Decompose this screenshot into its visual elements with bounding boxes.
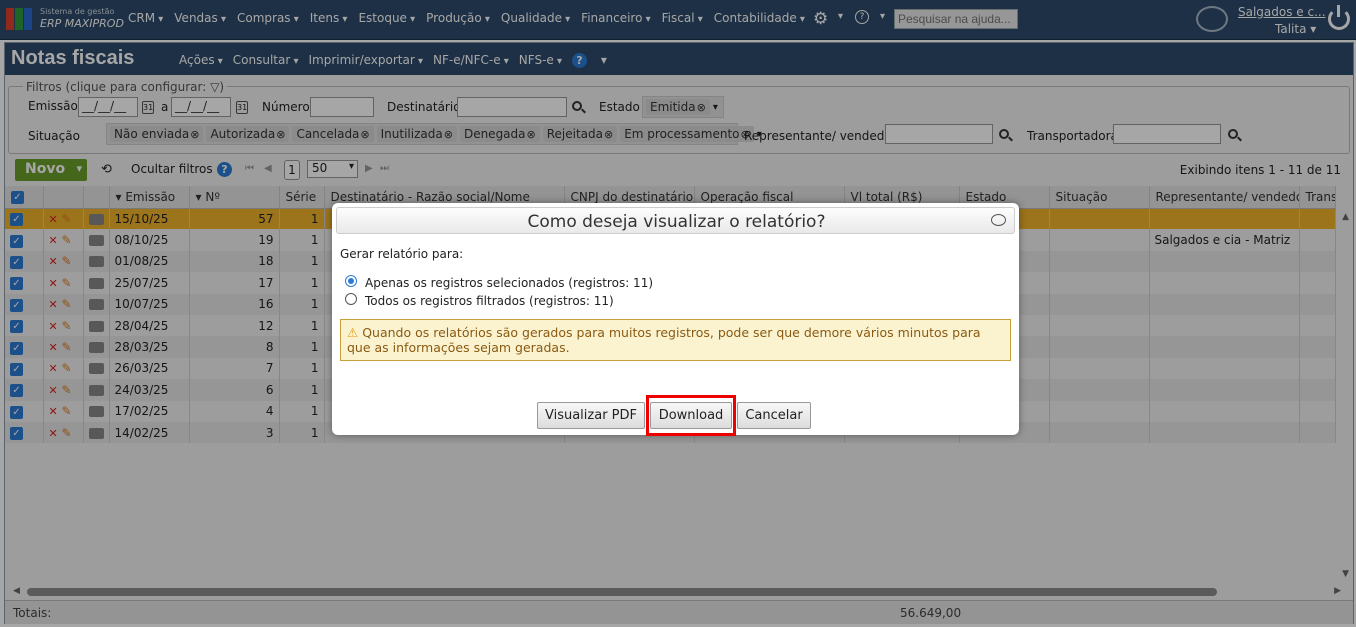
radio-filtered-label[interactable]: Todos os registros filtrados (registros:… [365, 294, 614, 308]
radio-filtered-records[interactable] [345, 293, 357, 305]
dialog-header: Como deseja visualizar o relatório? [336, 207, 1015, 234]
radio-selected-records[interactable] [345, 275, 357, 287]
view-pdf-button[interactable]: Visualizar PDF [537, 402, 645, 429]
dialog-prompt: Gerar relatório para: [340, 247, 464, 261]
dialog-title: Como deseja visualizar o relatório? [527, 212, 826, 232]
warning-box: ⚠ Quando os relatórios são gerados para … [340, 319, 1011, 361]
radio-selected-label[interactable]: Apenas os registros selecionados (regist… [365, 276, 653, 290]
warning-text: Quando os relatórios são gerados para mu… [347, 325, 981, 355]
chat-bubble-icon[interactable] [991, 214, 1006, 226]
cancel-button[interactable]: Cancelar [737, 402, 811, 429]
warning-icon: ⚠ [347, 325, 359, 340]
download-highlight-box [646, 395, 736, 436]
